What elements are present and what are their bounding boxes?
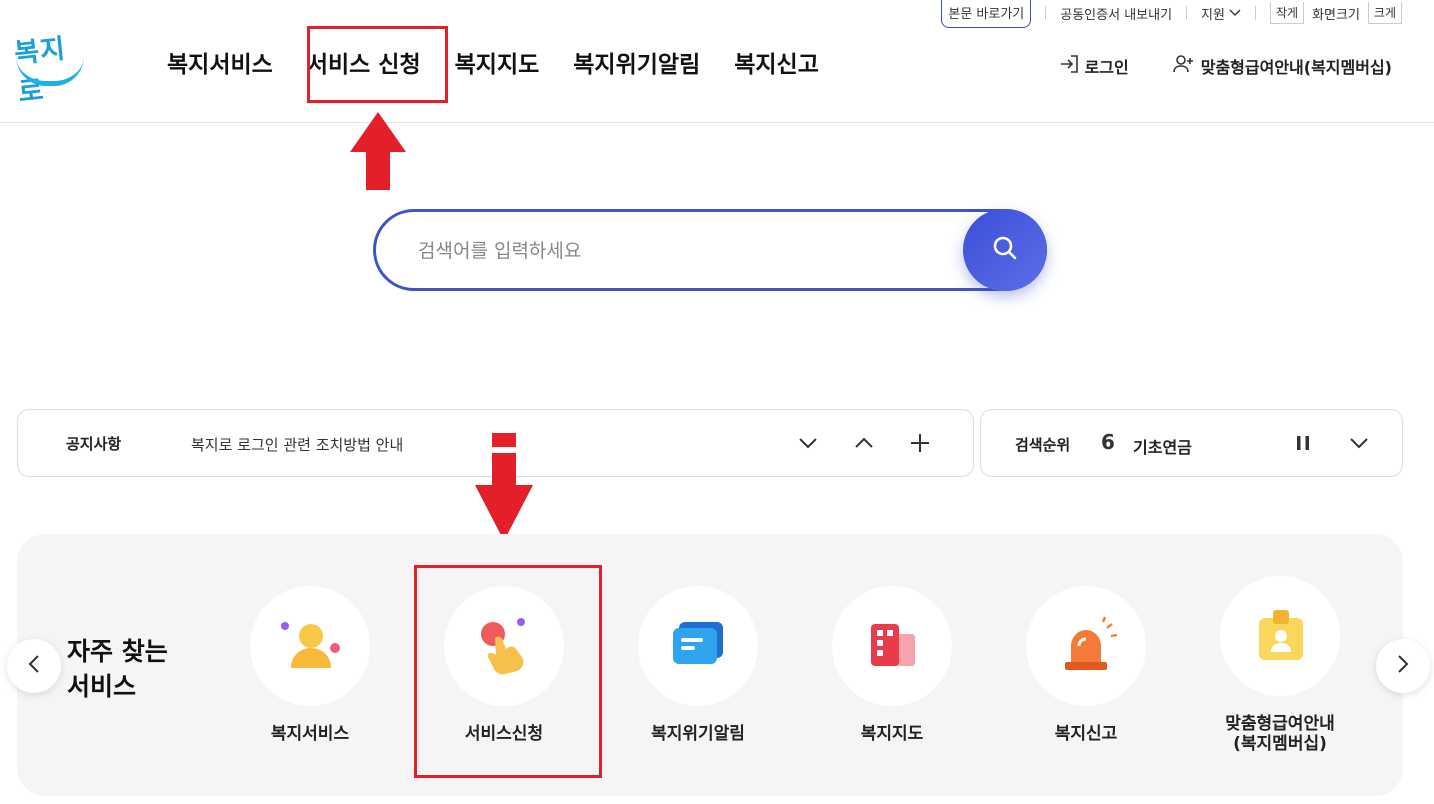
zoom-in-button[interactable]: 크게: [1367, 2, 1402, 24]
highlight-box-service: [414, 565, 602, 778]
skip-to-content-link[interactable]: 본문 바로가기: [941, 0, 1032, 28]
search-rank-bar: 검색순위 6 기초연금: [980, 409, 1403, 477]
service-icon-circle: [1026, 586, 1146, 706]
service-crisis-alert[interactable]: 복지위기알림: [628, 586, 768, 744]
membership-link[interactable]: 맞춤형급여안내(복지멤버십): [1172, 54, 1392, 78]
frequent-title-line2: 서비스: [67, 672, 137, 701]
chevron-up-icon[interactable]: [851, 428, 877, 458]
support-label: 지원: [1201, 7, 1225, 23]
chevron-down-icon[interactable]: [1346, 428, 1372, 458]
carousel-prev-button[interactable]: [7, 639, 61, 693]
search-bar: [373, 209, 1047, 291]
frequent-services: 자주 찾는 서비스 복지서비스 서비스신청 복지위기알림 복지지도 복지신고 맞…: [7, 534, 1430, 796]
chevron-left-icon: [28, 654, 40, 678]
search-icon: [991, 234, 1019, 266]
service-label: 맞춤형급여안내 (복지멤버십): [1210, 714, 1350, 755]
chevron-down-icon: [1229, 6, 1241, 21]
carousel-next-button[interactable]: [1376, 639, 1430, 693]
rank-keyword-link[interactable]: 기초연금: [1133, 434, 1192, 458]
nav-welfare-report[interactable]: 복지신고: [717, 42, 836, 82]
search-input[interactable]: [418, 234, 958, 268]
service-icon-circle: [832, 586, 952, 706]
service-welfare-map[interactable]: 복지지도: [822, 586, 962, 744]
zoom-label: 화면크기: [1312, 7, 1360, 23]
service-membership[interactable]: 맞춤형급여안내 (복지멤버십): [1210, 576, 1350, 755]
login-link[interactable]: 로그인: [1059, 54, 1129, 78]
people-icon: [281, 622, 340, 668]
login-icon: [1059, 55, 1079, 77]
cert-export-link[interactable]: 공동인증서 내보내기: [1060, 4, 1172, 23]
service-welfare[interactable]: 복지서비스: [240, 586, 380, 744]
service-welfare-report[interactable]: 복지신고: [1016, 586, 1156, 744]
map-building-icon: [871, 624, 915, 666]
nav-welfare-map[interactable]: 복지지도: [438, 42, 557, 82]
frequent-title-line1: 자주 찾는: [67, 637, 168, 666]
message-icon: [673, 622, 723, 664]
rank-title: 검색순위: [1015, 436, 1071, 454]
notice-title: 공지사항: [66, 435, 122, 453]
logo[interactable]: 복지로: [13, 28, 86, 108]
service-label: 복지신고: [1054, 724, 1118, 744]
divider: [1254, 6, 1256, 20]
rank-number: 6: [1101, 430, 1115, 454]
siren-icon: [1065, 616, 1118, 670]
membership-label: 맞춤형급여안내(복지멤버십): [1200, 58, 1392, 77]
service-icon-circle: [250, 586, 370, 706]
arrow-down-icon: [475, 433, 533, 541]
search-button[interactable]: [963, 209, 1047, 291]
pause-icon[interactable]: [1290, 428, 1316, 458]
id-card-icon: [1259, 610, 1303, 660]
notice-controls: [795, 428, 933, 458]
divider: [1186, 6, 1188, 20]
service-icon-circle: [638, 586, 758, 706]
notice-item-link[interactable]: 복지로 로그인 관련 조치방법 안내: [191, 434, 403, 455]
service-label: 복지서비스: [270, 724, 350, 744]
divider: [1045, 6, 1047, 20]
plus-icon[interactable]: [907, 428, 933, 458]
zoom-out-button[interactable]: 작게: [1269, 2, 1305, 24]
service-label-line2: (복지멤버십): [1233, 734, 1327, 755]
main-nav: 복지서비스 서비스 신청 복지지도 복지위기알림 복지신고: [150, 42, 836, 82]
frequent-title: 자주 찾는 서비스: [67, 634, 168, 704]
nav-welfare-service[interactable]: 복지서비스: [150, 42, 290, 82]
service-label: 복지지도: [860, 724, 924, 744]
nav-crisis-alert[interactable]: 복지위기알림: [556, 42, 717, 82]
utility-bar: 본문 바로가기 공동인증서 내보내기 지원 작게 화면크기 크게: [941, 0, 1402, 28]
service-label-line1: 맞춤형급여안내: [1225, 714, 1335, 734]
service-icon-circle: [1220, 576, 1340, 696]
chevron-right-icon: [1397, 654, 1409, 678]
service-label: 복지위기알림: [651, 724, 745, 744]
chevron-down-icon[interactable]: [795, 428, 821, 458]
highlight-box-nav: [307, 26, 448, 103]
user-add-icon: [1172, 55, 1195, 77]
support-menu[interactable]: 지원: [1201, 4, 1241, 23]
header-actions: 로그인 맞춤형급여안내(복지멤버십): [1059, 54, 1392, 78]
arrow-up-icon: [350, 112, 406, 190]
rank-controls: [1290, 428, 1372, 458]
login-label: 로그인: [1084, 58, 1129, 77]
